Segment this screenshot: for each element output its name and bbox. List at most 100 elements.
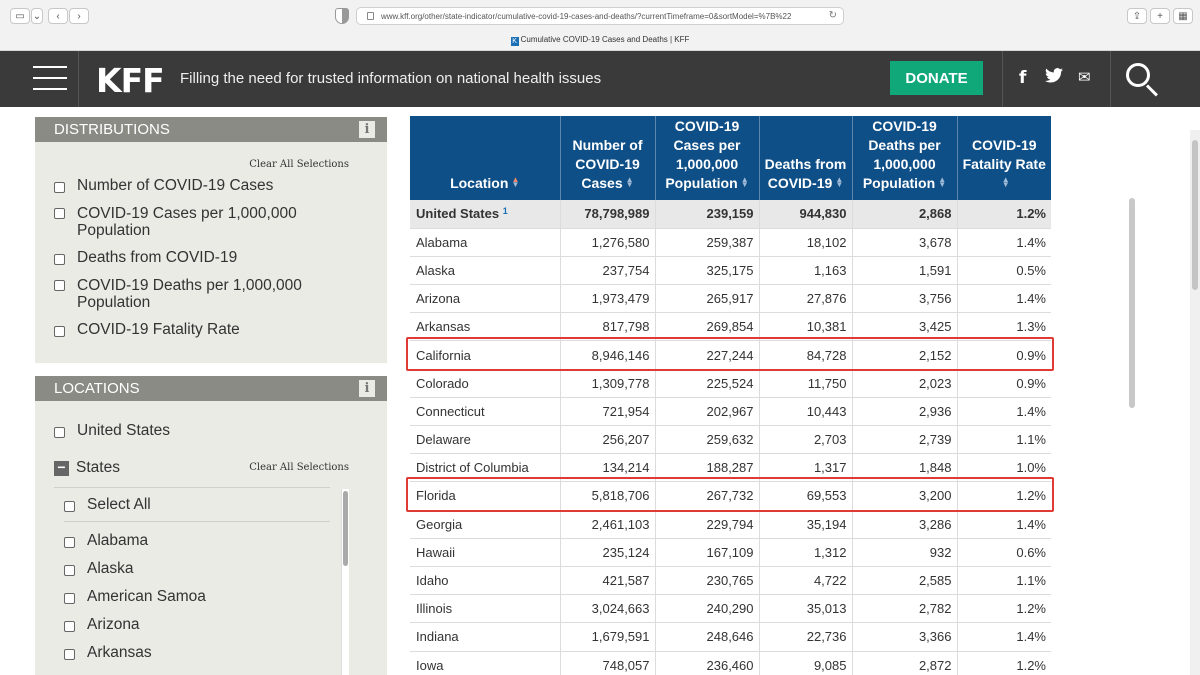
table-cell: Arizona (410, 284, 561, 314)
kff-logo[interactable]: KFF (96, 61, 165, 100)
table-cell: Alabama (410, 228, 561, 257)
checkbox[interactable] (64, 593, 75, 604)
table-cell: Connecticut (410, 397, 561, 427)
column-header-fatality-rate[interactable]: COVID-19 Fatality Rate ▲ ▼ (957, 116, 1051, 200)
table-cell: 239,159 (655, 200, 760, 229)
state-option[interactable]: American Samoa (35, 588, 387, 606)
table-cell: 202,967 (655, 397, 760, 427)
checkbox[interactable] (64, 621, 75, 632)
distribution-option[interactable]: Number of COVID-19 Cases (35, 177, 387, 195)
checkbox[interactable] (54, 182, 65, 193)
distribution-option[interactable]: Deaths from COVID-19 (35, 249, 387, 267)
checkbox[interactable] (64, 649, 75, 660)
table-cell: 932 (852, 538, 958, 567)
tab-overview-icon[interactable]: ▦ (1173, 8, 1193, 24)
table-cell: Georgia (410, 510, 561, 539)
states-group-label[interactable]: States (76, 459, 120, 477)
address-bar[interactable]: www.kff.org/other/state-indicator/cumula… (356, 7, 844, 25)
checkbox[interactable] (64, 537, 75, 548)
back-button[interactable]: ‹ (48, 8, 68, 24)
state-option[interactable]: Alaska (35, 560, 387, 578)
table-cell: 22,736 (759, 622, 853, 652)
table-cell: 3,366 (852, 622, 958, 652)
table-scrollbar[interactable] (1129, 198, 1135, 408)
column-header-deaths-per-million[interactable]: COVID-19 Deaths per 1,000,000 Population… (852, 116, 958, 200)
table-cell: Illinois (410, 594, 561, 624)
email-icon[interactable]: ✉ (1078, 68, 1091, 86)
select-all-option[interactable]: Select All (35, 496, 387, 514)
sort-icon[interactable]: ▲ ▼ (938, 176, 946, 189)
chevron-down-icon[interactable]: ⌄ (31, 8, 43, 24)
table-row: Delaware 256,207 259,632 2,703 2,739 1.1% (410, 425, 1051, 455)
table-cell: Alaska (410, 256, 561, 286)
table-row-total: United States 1 78,798,989 239,159 944,8… (410, 200, 1051, 229)
window-scrollbar[interactable] (1190, 130, 1200, 675)
table-cell: 3,756 (852, 284, 958, 314)
donate-button[interactable]: DONATE (890, 61, 983, 95)
table-row: Alaska 237,754 325,175 1,163 1,591 0.5% (410, 256, 1051, 286)
table-cell: 259,387 (655, 228, 760, 257)
distribution-option[interactable]: COVID-19 Deaths per 1,000,000 Population (35, 277, 325, 311)
collapse-icon[interactable]: − (54, 460, 69, 476)
lock-icon (367, 12, 374, 20)
locations-panel: LOCATIONS i United States − States Clear… (35, 376, 387, 675)
twitter-icon[interactable] (1045, 68, 1063, 87)
reload-icon[interactable]: ↻ (829, 10, 837, 21)
sidebar-toggle-icon[interactable]: ▭ (10, 8, 30, 24)
table-cell: 944,830 (759, 200, 853, 229)
column-header-deaths[interactable]: Deaths from COVID-19 ▲ ▼ (759, 116, 853, 200)
table-cell: 18,102 (759, 228, 853, 257)
sort-icon[interactable]: ▲ ▼ (511, 176, 519, 189)
checkbox[interactable] (54, 208, 65, 219)
table-cell: 3,024,663 (560, 594, 656, 624)
column-header-cases-per-million[interactable]: COVID-19 Cases per 1,000,000 Population ▲… (655, 116, 760, 200)
table-cell: 2,782 (852, 594, 958, 624)
info-icon[interactable]: i (359, 121, 375, 138)
state-option[interactable]: Alabama (35, 532, 387, 550)
tab-title[interactable]: K Cumulative COVID-19 Cases and Deaths | … (0, 35, 1200, 46)
checkbox[interactable] (54, 280, 65, 291)
state-option[interactable]: Arizona (35, 616, 387, 634)
privacy-shield-icon[interactable] (335, 8, 349, 24)
menu-icon[interactable] (33, 66, 67, 92)
table-cell: 1,312 (759, 538, 853, 567)
table-cell: 11,750 (759, 369, 853, 398)
table-cell: 259,632 (655, 425, 760, 455)
column-header-location[interactable]: Location ▲ ▼ (410, 116, 561, 200)
sort-icon[interactable]: ▲ ▼ (835, 176, 843, 189)
table-cell: 1,591 (852, 256, 958, 286)
table-cell: 1.4% (957, 228, 1051, 257)
highlight-box-california (406, 337, 1054, 371)
table-cell: 2,739 (852, 425, 958, 455)
table-row: Hawaii 235,124 167,109 1,312 932 0.6% (410, 538, 1051, 567)
sort-icon[interactable]: ▲ ▼ (626, 176, 634, 189)
site-tagline: Filling the need for trusted information… (180, 70, 602, 87)
state-option[interactable]: Arkansas (35, 644, 387, 662)
checkbox[interactable] (54, 326, 65, 337)
checkbox[interactable] (64, 501, 75, 512)
info-icon[interactable]: i (359, 380, 375, 397)
sort-icon[interactable]: ▲ ▼ (741, 176, 749, 189)
table-cell: 10,443 (759, 397, 853, 427)
checkbox[interactable] (54, 254, 65, 265)
table-cell: 0.9% (957, 369, 1051, 398)
states-list-scrollbar[interactable] (341, 489, 349, 675)
footnote-link[interactable]: 1 (503, 206, 508, 216)
checkbox[interactable] (64, 565, 75, 576)
facebook-icon[interactable]: f (1019, 68, 1026, 88)
search-icon[interactable] (1124, 61, 1160, 97)
checkbox[interactable] (54, 427, 65, 438)
table-cell: 1.2% (957, 200, 1051, 229)
forward-button[interactable]: › (69, 8, 89, 24)
table-cell: Indiana (410, 622, 561, 652)
sort-icon[interactable]: ▲ ▼ (1002, 176, 1010, 189)
clear-locations-link[interactable]: Clear All Selections (249, 462, 349, 473)
location-option-united-states[interactable]: United States (35, 422, 387, 440)
new-tab-icon[interactable]: + (1150, 8, 1170, 24)
distribution-option[interactable]: COVID-19 Fatality Rate (35, 321, 387, 339)
distribution-option[interactable]: COVID-19 Cases per 1,000,000 Population (35, 205, 325, 239)
share-icon[interactable]: ⇪ (1127, 8, 1147, 24)
column-header-cases[interactable]: Number of COVID-19 Cases ▲ ▼ (560, 116, 656, 200)
clear-distributions-link[interactable]: Clear All Selections (249, 159, 349, 170)
table-cell: 1.4% (957, 284, 1051, 314)
